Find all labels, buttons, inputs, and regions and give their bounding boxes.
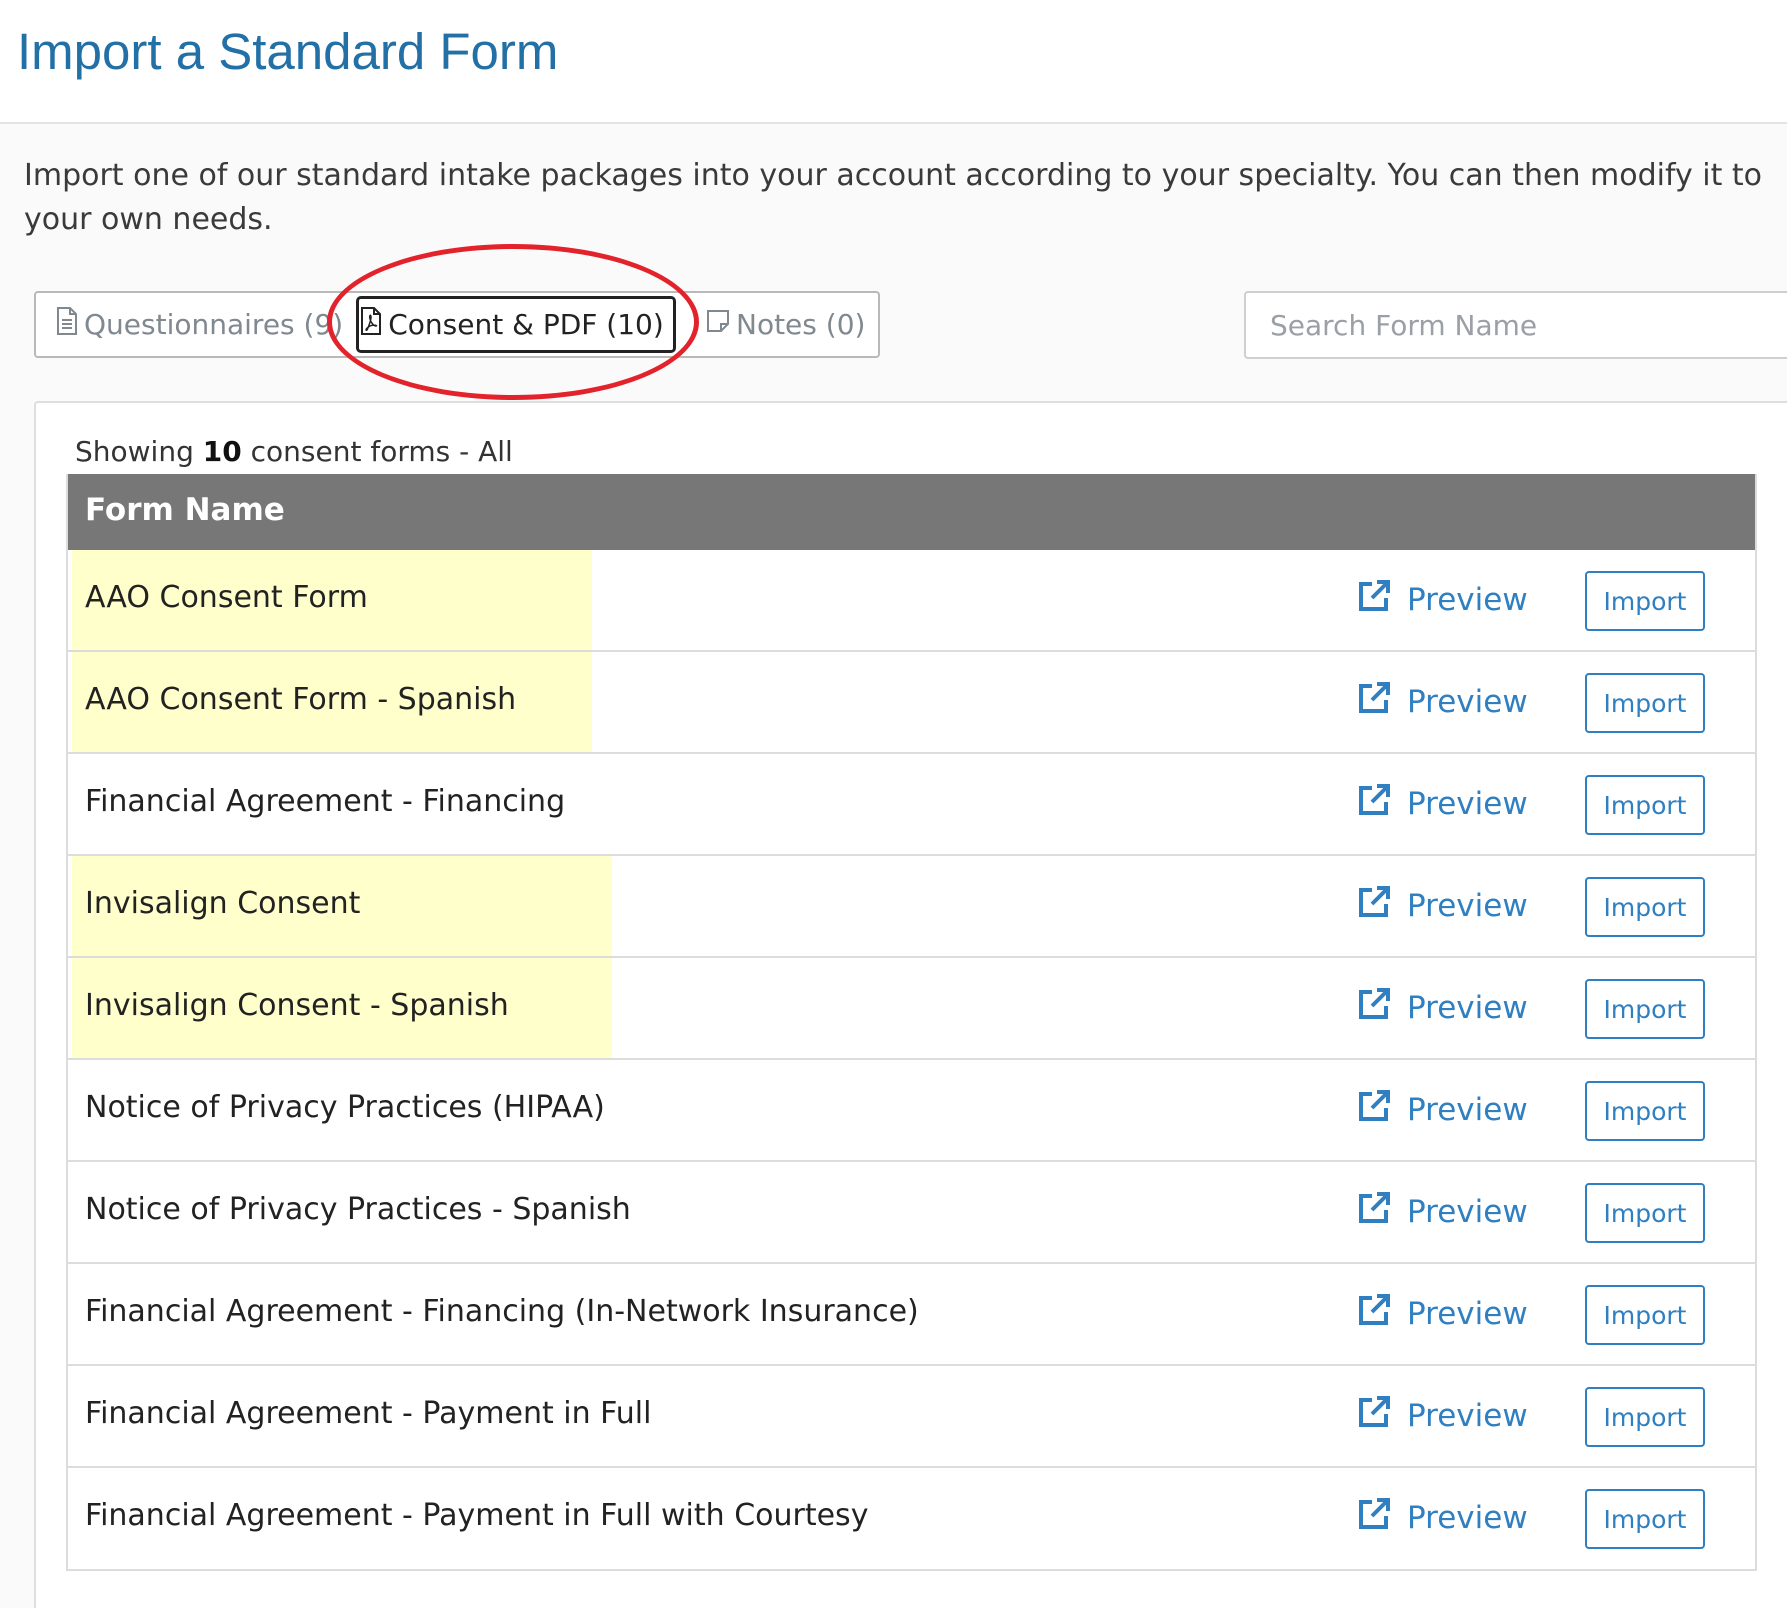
forms-table: Form Name AAO Consent Form Preview Impor…: [66, 474, 1757, 1571]
preview-label: Preview: [1407, 1398, 1528, 1434]
document-icon: [56, 307, 84, 342]
summary-count: 10: [202, 435, 242, 468]
table-row: AAO Consent Form - Spanish Preview Impor…: [68, 652, 1755, 754]
import-button[interactable]: Import: [1585, 673, 1705, 733]
tab-label: Notes (0): [736, 308, 866, 341]
form-name: Notice of Privacy Practices - Spanish: [85, 1192, 631, 1227]
title-bar: Import a Standard Form: [0, 0, 1787, 124]
preview-label: Preview: [1407, 888, 1528, 924]
form-name: Financial Agreement - Payment in Full wi…: [85, 1498, 869, 1533]
form-type-tabs: Questionnaires (9) Consent & PDF (10) No…: [34, 291, 880, 358]
table-row: Financial Agreement - Payment in Full Pr…: [68, 1366, 1755, 1468]
import-button[interactable]: Import: [1585, 1489, 1705, 1549]
table-row: Notice of Privacy Practices (HIPAA) Prev…: [68, 1060, 1755, 1162]
preview-link[interactable]: Preview: [1357, 1186, 1528, 1238]
import-button[interactable]: Import: [1585, 1183, 1705, 1243]
table-row: Notice of Privacy Practices - Spanish Pr…: [68, 1162, 1755, 1264]
table-row: Invisalign Consent - Spanish Preview Imp…: [68, 958, 1755, 1060]
external-link-icon: [1357, 579, 1407, 621]
external-link-icon: [1357, 1497, 1407, 1539]
preview-label: Preview: [1407, 1092, 1528, 1128]
external-link-icon: [1357, 1191, 1407, 1233]
summary-suffix: consent forms - All: [250, 435, 513, 468]
import-button[interactable]: Import: [1585, 571, 1705, 631]
tab-label: Questionnaires (9): [84, 308, 344, 341]
table-row: Financial Agreement - Financing Preview …: [68, 754, 1755, 856]
summary-prefix: Showing: [75, 435, 194, 468]
preview-link[interactable]: Preview: [1357, 982, 1528, 1034]
preview-label: Preview: [1407, 786, 1528, 822]
import-button[interactable]: Import: [1585, 877, 1705, 937]
column-header-form-name: Form Name: [85, 492, 285, 528]
external-link-icon: [1357, 783, 1407, 825]
preview-link[interactable]: Preview: [1357, 1288, 1528, 1340]
external-link-icon: [1357, 885, 1407, 927]
form-name: Notice of Privacy Practices (HIPAA): [85, 1090, 605, 1125]
table-row: Financial Agreement - Payment in Full wi…: [68, 1468, 1755, 1570]
preview-link[interactable]: Preview: [1357, 574, 1528, 626]
preview-label: Preview: [1407, 1296, 1528, 1332]
preview-label: Preview: [1407, 684, 1528, 720]
results-summary: Showing 10 consent forms - All: [75, 435, 513, 468]
preview-label: Preview: [1407, 1194, 1528, 1230]
preview-link[interactable]: Preview: [1357, 1390, 1528, 1442]
external-link-icon: [1357, 1395, 1407, 1437]
import-button[interactable]: Import: [1585, 1081, 1705, 1141]
tab-label: Consent & PDF (10): [388, 308, 664, 341]
search-input[interactable]: [1244, 291, 1787, 359]
pdf-icon: [360, 307, 388, 342]
page-title: Import a Standard Form: [17, 23, 559, 80]
preview-link[interactable]: Preview: [1357, 778, 1528, 830]
table-row: Invisalign Consent Preview Import: [68, 856, 1755, 958]
external-link-icon: [1357, 1089, 1407, 1131]
form-name: Invisalign Consent: [85, 886, 361, 921]
preview-link[interactable]: Preview: [1357, 1492, 1528, 1544]
preview-label: Preview: [1407, 582, 1528, 618]
form-name: AAO Consent Form: [85, 580, 368, 615]
table-header: Form Name: [68, 474, 1755, 550]
form-name: Financial Agreement - Payment in Full: [85, 1396, 652, 1431]
external-link-icon: [1357, 1293, 1407, 1335]
tab-notes[interactable]: Notes (0): [706, 293, 865, 356]
note-icon: [706, 308, 736, 341]
form-name: AAO Consent Form - Spanish: [85, 682, 517, 717]
import-button[interactable]: Import: [1585, 775, 1705, 835]
tab-consent-pdf[interactable]: Consent & PDF (10): [356, 296, 676, 353]
preview-label: Preview: [1407, 1500, 1528, 1536]
preview-link[interactable]: Preview: [1357, 880, 1528, 932]
table-row: Financial Agreement - Financing (In-Netw…: [68, 1264, 1755, 1366]
table-row: AAO Consent Form Preview Import: [68, 550, 1755, 652]
form-name: Financial Agreement - Financing (In-Netw…: [85, 1294, 919, 1329]
preview-label: Preview: [1407, 990, 1528, 1026]
form-name: Financial Agreement - Financing: [85, 784, 566, 819]
import-button[interactable]: Import: [1585, 1387, 1705, 1447]
import-button[interactable]: Import: [1585, 979, 1705, 1039]
external-link-icon: [1357, 681, 1407, 723]
tab-questionnaires[interactable]: Questionnaires (9): [56, 293, 343, 356]
intro-text: Import one of our standard intake packag…: [24, 158, 1763, 237]
preview-link[interactable]: Preview: [1357, 1084, 1528, 1136]
external-link-icon: [1357, 987, 1407, 1029]
import-button[interactable]: Import: [1585, 1285, 1705, 1345]
preview-link[interactable]: Preview: [1357, 676, 1528, 728]
form-name: Invisalign Consent - Spanish: [85, 988, 509, 1023]
